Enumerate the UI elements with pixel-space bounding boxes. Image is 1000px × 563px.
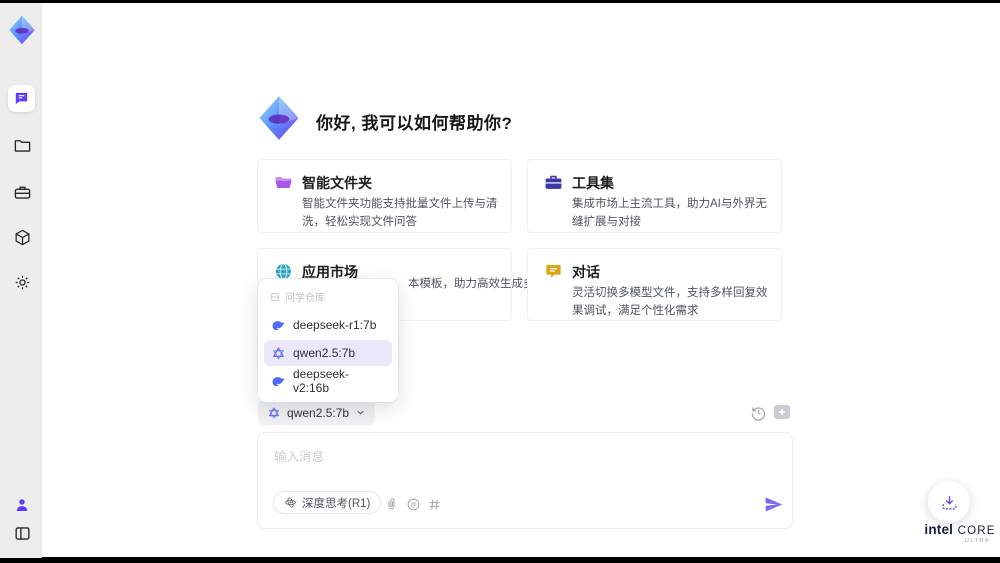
cube-icon bbox=[13, 228, 32, 247]
gear-icon bbox=[13, 273, 32, 292]
model-option-deepseek-r1[interactable]: deepseek-r1:7b bbox=[264, 312, 392, 338]
card-desc-partial: 本模板，助力高效生成多 bbox=[408, 278, 535, 290]
greeting-logo bbox=[256, 95, 302, 141]
intel-logo-text: intel bbox=[924, 522, 954, 537]
folder-icon bbox=[13, 136, 32, 155]
chat-yellow-icon bbox=[544, 262, 563, 281]
history-button[interactable] bbox=[750, 404, 767, 421]
message-input[interactable] bbox=[258, 433, 792, 485]
sidebar-item-account[interactable] bbox=[12, 495, 32, 515]
paperclip-icon[interactable] bbox=[384, 497, 400, 513]
sidebar-item-chat[interactable] bbox=[8, 85, 35, 112]
briefcase-indigo-icon bbox=[544, 173, 563, 192]
sidebar-item-settings[interactable] bbox=[12, 272, 32, 292]
window-frame-bottom bbox=[0, 557, 1000, 563]
core-logo-text: CORE bbox=[957, 525, 996, 537]
chat-bubble-icon bbox=[13, 90, 30, 107]
qwen-icon bbox=[267, 406, 281, 420]
send-button[interactable] bbox=[763, 494, 784, 515]
qwen-icon bbox=[271, 346, 286, 361]
card-desc: 灵活切换多模型文件，支持多样回复效果调试，满足个性化需求 bbox=[572, 287, 768, 317]
history-icon bbox=[750, 404, 767, 421]
download-icon bbox=[940, 493, 959, 512]
user-icon bbox=[13, 496, 31, 514]
card-smart-folders[interactable]: 智能文件夹 智能文件夹功能支持批量文件上传与清洗，轻松实现文件问答 bbox=[257, 159, 512, 233]
model-option-deepseek-v2[interactable]: deepseek-v2:16b bbox=[264, 367, 392, 395]
deepthink-atom-icon bbox=[284, 496, 297, 509]
model-dropdown-header: 问学仓库 bbox=[264, 285, 392, 310]
window-frame-top bbox=[0, 0, 1000, 3]
card-desc: 智能文件夹功能支持批量文件上传与清洗，轻松实现文件问答 bbox=[302, 198, 498, 228]
card-toolset[interactable]: 工具集 集成市场上主流工具，助力AI与外界无缝扩展与对接 bbox=[527, 159, 782, 233]
ultra-logo-text: ULTRA bbox=[964, 538, 990, 544]
sidebar bbox=[0, 3, 42, 558]
new-chat-icon bbox=[774, 405, 790, 419]
app-window: 你好, 我可以如何帮助你? 智能文件夹 智能文件夹功能支持批量文件上传与清洗，轻… bbox=[0, 0, 1000, 563]
sidebar-item-toolbox[interactable] bbox=[12, 182, 32, 202]
hash-icon[interactable] bbox=[427, 497, 443, 513]
panel-toggle-icon bbox=[13, 524, 32, 543]
card-title: 对话 bbox=[572, 264, 600, 280]
deepseek-icon bbox=[271, 318, 286, 333]
greeting-title: 你好, 我可以如何帮助你? bbox=[316, 114, 513, 133]
sidebar-item-panel-toggle[interactable] bbox=[12, 523, 32, 543]
send-icon bbox=[763, 494, 784, 515]
folder-purple-icon bbox=[274, 173, 293, 192]
download-fab[interactable] bbox=[928, 481, 970, 523]
card-chat[interactable]: 对话 灵活切换多模型文件，支持多样回复效果调试，满足个性化需求 bbox=[527, 248, 782, 321]
deepthink-toggle[interactable]: 深度思考(R1) bbox=[273, 491, 382, 514]
new-chat-button[interactable] bbox=[774, 405, 790, 419]
model-dropdown: 问学仓库 deepseek-r1:7b qwen2.5:7b deepseek-… bbox=[258, 279, 398, 402]
model-selector-value: qwen2.5:7b bbox=[287, 405, 350, 420]
card-title: 智能文件夹 bbox=[302, 175, 372, 191]
deepthink-label: 深度思考(R1) bbox=[302, 497, 371, 510]
deepseek-icon bbox=[271, 374, 286, 389]
at-circle-icon[interactable]: @ bbox=[406, 497, 422, 513]
card-desc: 集成市场上主流工具，助力AI与外界无缝扩展与对接 bbox=[572, 198, 767, 228]
intel-core-badge: intel CORE ULTRA bbox=[922, 522, 998, 545]
chat-input-box: 深度思考(R1) @ bbox=[257, 432, 793, 529]
repository-icon bbox=[270, 292, 280, 302]
sidebar-item-folders[interactable] bbox=[12, 135, 32, 155]
card-title: 工具集 bbox=[572, 175, 614, 191]
model-selector[interactable]: qwen2.5:7b bbox=[258, 400, 376, 425]
chevron-down-icon bbox=[355, 407, 366, 418]
app-logo bbox=[7, 12, 37, 48]
sidebar-item-models[interactable] bbox=[12, 227, 32, 247]
briefcase-icon bbox=[13, 183, 32, 202]
model-option-qwen[interactable]: qwen2.5:7b bbox=[264, 340, 392, 366]
svg-text:@: @ bbox=[410, 502, 416, 509]
